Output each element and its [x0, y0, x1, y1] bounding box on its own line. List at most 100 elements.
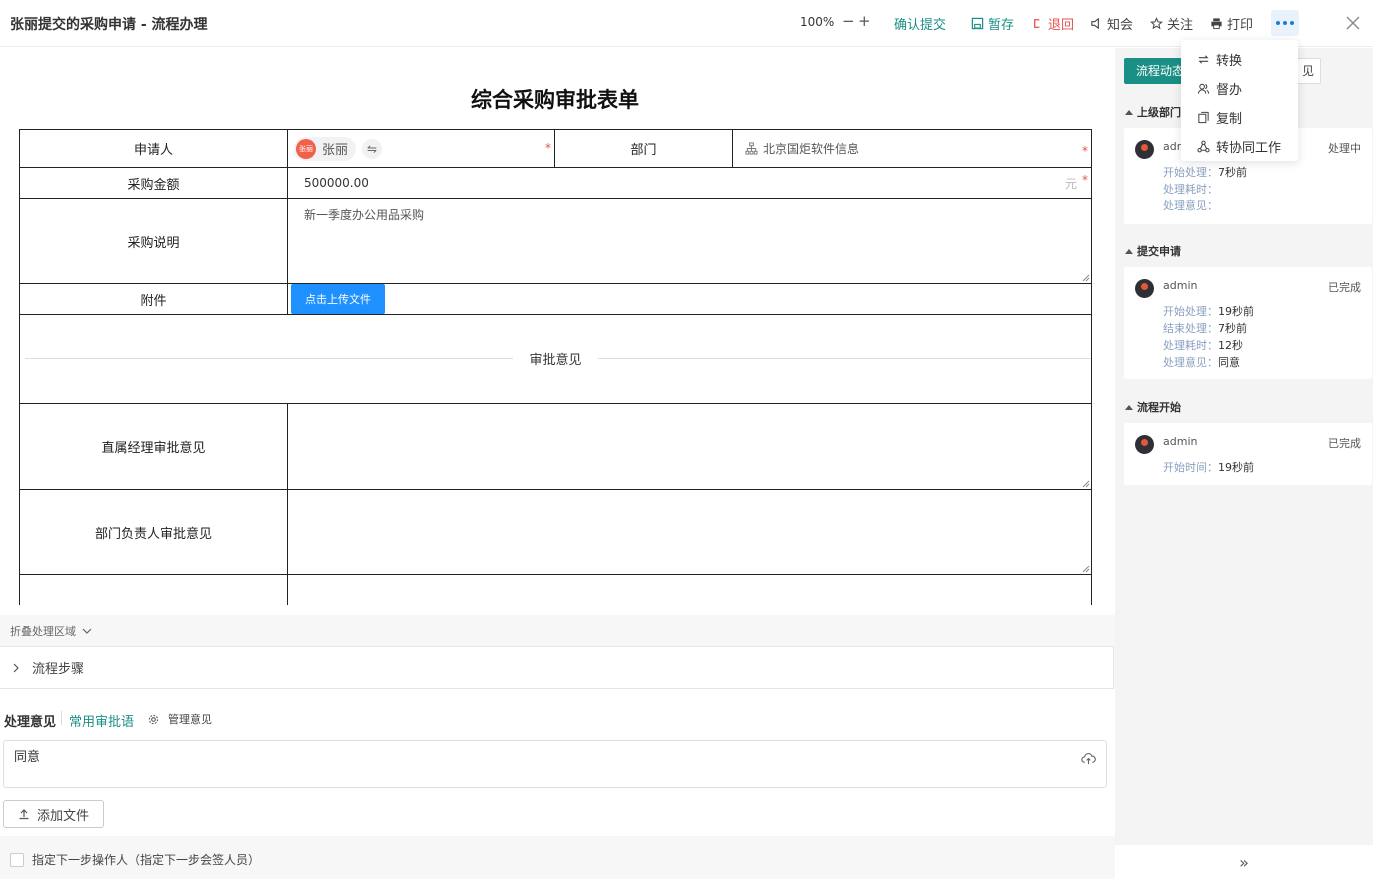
empty-value-cell[interactable]: [287, 574, 1092, 605]
menu-item-supervise[interactable]: 督办: [1181, 74, 1298, 103]
table-row: 部门负责人审批意见: [19, 489, 1092, 575]
resize-handle-icon[interactable]: [1082, 565, 1090, 573]
description-value: 新一季度办公用品采购: [304, 207, 425, 222]
top-bar: 张丽提交的采购申请 - 流程办理 100% − + 确认提交 暂存 退回 知会 …: [0, 0, 1373, 47]
upload-icon: [19, 809, 29, 820]
process-steps-label: 流程步骤: [32, 662, 85, 677]
upload-file-button[interactable]: 点击上传文件: [291, 284, 385, 314]
applicant-chip[interactable]: 张丽 张丽: [294, 136, 357, 161]
process-steps-toggle[interactable]: 流程步骤: [0, 646, 1114, 689]
amount-value: 500000.00: [304, 176, 369, 190]
table-row: 附件 点击上传文件: [19, 283, 1092, 315]
return-icon: [1034, 19, 1040, 28]
more-options-menu: 转换 督办 复制 转协同工作: [1181, 40, 1298, 161]
node-detail: 处理意见：同意: [1163, 356, 1240, 369]
required-mark: *: [545, 140, 551, 155]
confirm-submit-button[interactable]: 确认提交: [894, 14, 946, 33]
section-title[interactable]: 流程开始: [1125, 399, 1181, 415]
node-detail: 结束处理：7秒前: [1163, 322, 1247, 335]
cloud-upload-icon[interactable]: [1081, 751, 1096, 766]
attachment-label: 附件: [19, 283, 288, 315]
add-file-label: 添加文件: [36, 808, 89, 824]
empty-label-cell: [19, 574, 288, 605]
network-icon: [1197, 140, 1210, 153]
zoom-in-button[interactable]: +: [858, 12, 871, 30]
fold-label: 折叠处理区域: [10, 625, 76, 638]
department-value: 北京国炬软件信息: [763, 142, 860, 156]
section-title[interactable]: 上级部门: [1125, 104, 1181, 120]
manage-opinion-button[interactable]: 管理意见: [148, 711, 212, 727]
node-user: admin: [1163, 435, 1198, 448]
required-mark: *: [1082, 172, 1088, 187]
follow-button[interactable]: 关注: [1150, 14, 1193, 33]
description-textarea[interactable]: 新一季度办公用品采购: [287, 198, 1092, 284]
return-button[interactable]: 退回: [1031, 14, 1074, 33]
save-icon: [971, 17, 984, 30]
table-row: 采购金额 500000.00 元 *: [19, 167, 1092, 199]
node-detail: 开始处理：7秒前: [1163, 166, 1247, 179]
opinion-label: 处理意见: [4, 715, 57, 730]
caret-up-icon: [1125, 249, 1133, 254]
manage-opinion-label: 管理意见: [168, 713, 212, 726]
common-phrases-link[interactable]: 常用审批语: [69, 711, 134, 730]
section-title[interactable]: 提交申请: [1125, 243, 1181, 259]
page-title: 张丽提交的采购申请 - 流程办理: [10, 17, 208, 33]
dept-head-opinion-textarea[interactable]: [287, 489, 1092, 575]
chevron-right-icon: [13, 663, 19, 672]
close-icon[interactable]: [1344, 14, 1362, 32]
applicant-label: 申请人: [19, 129, 288, 168]
menu-item-copy[interactable]: 复制: [1181, 103, 1298, 132]
node-user: admin: [1163, 279, 1198, 292]
flow-dynamics-panel: 流程动态 见 上级部门 adm 处理中 开始处理：7秒前 处理耗时： 处理意见：…: [1115, 48, 1373, 879]
save-draft-button[interactable]: 暂存: [971, 14, 1014, 33]
chevron-down-icon: [82, 628, 92, 634]
table-row: 申请人 张丽 张丽 ⇋ * 部门 北京国炬软件信息 *: [19, 129, 1092, 168]
resize-handle-icon[interactable]: [1082, 480, 1090, 488]
avatar: [1135, 140, 1154, 159]
more-dot-icon: [1276, 21, 1280, 25]
next-operator-checkbox[interactable]: [10, 852, 24, 867]
users-icon: [1197, 83, 1210, 94]
org-tree-icon: [745, 142, 758, 155]
node-detail: 开始时间：19秒前: [1163, 461, 1254, 474]
applicant-cell[interactable]: 张丽 张丽 ⇋ *: [287, 129, 555, 168]
status-badge: 处理中: [1328, 142, 1361, 155]
opinion-section: 处理意见 常用审批语 管理意见 同意 添加文件: [0, 689, 1115, 836]
manager-opinion-label: 直属经理审批意见: [19, 403, 288, 490]
manager-opinion-textarea[interactable]: [287, 403, 1092, 490]
status-badge: 已完成: [1328, 437, 1361, 450]
form-area: 综合采购审批表单 申请人 张丽 张丽 ⇋ * 部门 北京国炬软件信息 * 采购金…: [0, 48, 1115, 605]
add-file-button[interactable]: 添加文件: [3, 800, 104, 828]
zoom-out-button[interactable]: −: [842, 12, 855, 30]
print-button[interactable]: 打印: [1210, 14, 1253, 33]
convert-icon: [1198, 55, 1209, 64]
copy-icon: [1198, 111, 1209, 124]
menu-item-convert[interactable]: 转换: [1181, 45, 1298, 74]
confirm-submit-label: 确认提交: [894, 18, 947, 33]
more-options-button[interactable]: [1271, 10, 1299, 36]
next-operator-option[interactable]: 指定下一步操作人（指定下一步会签人员）: [10, 851, 260, 868]
swap-icon[interactable]: ⇋: [362, 138, 383, 159]
menu-item-collaborate[interactable]: 转协同工作: [1181, 132, 1298, 161]
opinion-value: 同意: [14, 750, 41, 765]
follow-label: 关注: [1167, 18, 1194, 33]
applicant-name: 张丽: [322, 143, 349, 158]
expand-panel-button[interactable]: »: [1115, 845, 1373, 879]
opinion-input[interactable]: 同意: [3, 740, 1107, 788]
notify-label: 知会: [1107, 18, 1134, 33]
notify-button[interactable]: 知会: [1090, 14, 1133, 33]
department-cell[interactable]: 北京国炬软件信息 *: [732, 129, 1092, 168]
table-row: 审批意见: [19, 314, 1092, 404]
return-label: 退回: [1048, 18, 1075, 33]
more-dot-icon: [1290, 21, 1294, 25]
dept-head-opinion-label: 部门负责人审批意见: [19, 489, 288, 575]
amount-input[interactable]: 500000.00 元 *: [287, 167, 1092, 199]
fold-processing-toggle[interactable]: 折叠处理区域: [10, 623, 92, 639]
resize-handle-icon[interactable]: [1082, 274, 1090, 282]
status-badge: 已完成: [1328, 281, 1361, 294]
save-draft-label: 暂存: [988, 18, 1015, 33]
amount-unit: 元: [1064, 176, 1077, 191]
table-row: 采购说明 新一季度办公用品采购: [19, 198, 1092, 284]
zoom-level: 100%: [800, 15, 835, 29]
caret-up-icon: [1125, 405, 1133, 410]
